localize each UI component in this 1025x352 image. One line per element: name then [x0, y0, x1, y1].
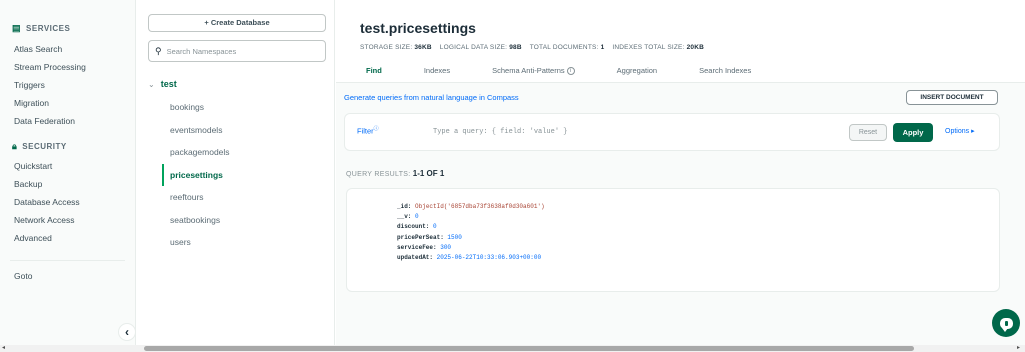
lock-icon: 🔒︎ [12, 140, 18, 151]
chat-icon [999, 317, 1013, 332]
search-placeholder: Search Namespaces [166, 46, 237, 56]
document-fields: _id: ObjectId('6857dba73f3638af0d30a601'… [397, 202, 545, 263]
indexes-size-stat: INDEXES TOTAL SIZE: 20KB [612, 44, 705, 51]
chat-support-button[interactable] [992, 309, 1020, 337]
search-namespaces-input[interactable]: ⚲ Search Namespaces [148, 40, 326, 62]
nav-item-network-access[interactable]: Network Access [0, 211, 135, 229]
field-v: __v: 0 [397, 213, 419, 221]
filter-query-input[interactable]: Type a query: { field: 'value' } [433, 128, 567, 136]
query-results-summary: QUERY RESULTS: 1-1 OF 1 [346, 169, 445, 178]
chevron-down-icon: ⌄ [148, 79, 155, 89]
nav-item-migration[interactable]: Migration [0, 94, 135, 112]
create-database-button[interactable]: + Create Database [148, 14, 326, 32]
apply-button[interactable]: Apply [893, 123, 933, 142]
collection-item[interactable]: seatbookings [162, 209, 332, 232]
filter-info-icon: ⓘ [373, 126, 379, 132]
nav-item-advanced[interactable]: Advanced [0, 229, 135, 247]
insert-document-button[interactable]: INSERT DOCUMENT [906, 90, 998, 105]
scrollbar-thumb[interactable] [144, 346, 914, 351]
field-updated-at: updatedAt: 2025-06-22T10:33:06.903+00:00 [397, 254, 542, 262]
left-navigation: ▤ SERVICES Atlas Search Stream Processin… [0, 0, 136, 345]
field-service-fee: serviceFee: 300 [397, 243, 452, 251]
total-documents-stat: TOTAL DOCUMENTS: 1 [529, 44, 605, 51]
nav-item-database-access[interactable]: Database Access [0, 193, 135, 211]
field-price-per-seat: pricePerSeat: 1500 [397, 233, 462, 241]
nav-item-quickstart[interactable]: Quickstart [0, 157, 135, 175]
options-button[interactable]: Options ▸ [945, 127, 975, 135]
collection-item[interactable]: users [162, 231, 332, 254]
nav-item-data-federation[interactable]: Data Federation [0, 112, 135, 130]
page-title: test.pricesettings [360, 20, 476, 36]
database-item-test[interactable]: ⌄ test [148, 79, 177, 89]
horizontal-scrollbar[interactable]: ◂ ▸ [0, 345, 1025, 352]
filter-label: Filterⓘ [357, 126, 379, 136]
reset-button[interactable]: Reset [849, 124, 887, 141]
security-header-label: SECURITY [22, 141, 67, 151]
collection-list: bookings eventsmodels packagemodels pric… [162, 96, 332, 254]
database-panel: + Create Database ⚲ Search Namespaces ⌄ … [136, 0, 335, 345]
nav-item-triggers[interactable]: Triggers [0, 76, 135, 94]
logical-size-stat: LOGICAL DATA SIZE: 98B [439, 44, 522, 51]
scroll-left-icon[interactable]: ◂ [2, 345, 5, 352]
collection-item-active[interactable]: pricesettings [162, 163, 332, 186]
nav-item-goto[interactable]: Goto [0, 267, 135, 285]
document-card[interactable]: _id: ObjectId('6857dba73f3638af0d30a601'… [346, 188, 1000, 292]
services-header-label: SERVICES [26, 23, 71, 33]
database-name: test [160, 79, 177, 89]
tab-schema-label: Schema Anti-Patterns [492, 66, 565, 75]
nav-item-backup[interactable]: Backup [0, 175, 135, 193]
nav-item-stream-processing[interactable]: Stream Processing [0, 58, 135, 76]
filter-bar: Filterⓘ Type a query: { field: 'value' }… [344, 113, 1000, 151]
collection-item[interactable]: packagemodels [162, 141, 332, 164]
search-icon: ⚲ [155, 45, 162, 56]
collection-item[interactable]: bookings [162, 96, 332, 119]
scroll-right-icon[interactable]: ▸ [1017, 345, 1020, 352]
collection-view: test.pricesettings STORAGE SIZE: 36KB LO… [336, 0, 1025, 345]
info-icon: i [566, 67, 575, 76]
security-section-header: 🔒︎ SECURITY [0, 138, 135, 154]
storage-size-stat: STORAGE SIZE: 36KB [360, 44, 432, 51]
field-id: _id: ObjectId('6857dba73f3638af0d30a601'… [397, 203, 545, 210]
nav-item-atlas-search[interactable]: Atlas Search [0, 40, 135, 58]
collection-item[interactable]: reeftours [162, 186, 332, 209]
field-discount: discount: 0 [397, 223, 437, 231]
collapse-sidebar-button[interactable]: ‹ [118, 323, 136, 341]
collection-stats: STORAGE SIZE: 36KB LOGICAL DATA SIZE: 98… [360, 44, 704, 51]
services-section-header: ▤ SERVICES [0, 20, 135, 36]
natural-language-query-link[interactable]: Generate queries from natural language i… [344, 93, 519, 102]
services-icon: ▤ [12, 22, 22, 33]
collection-item[interactable]: eventsmodels [162, 119, 332, 142]
